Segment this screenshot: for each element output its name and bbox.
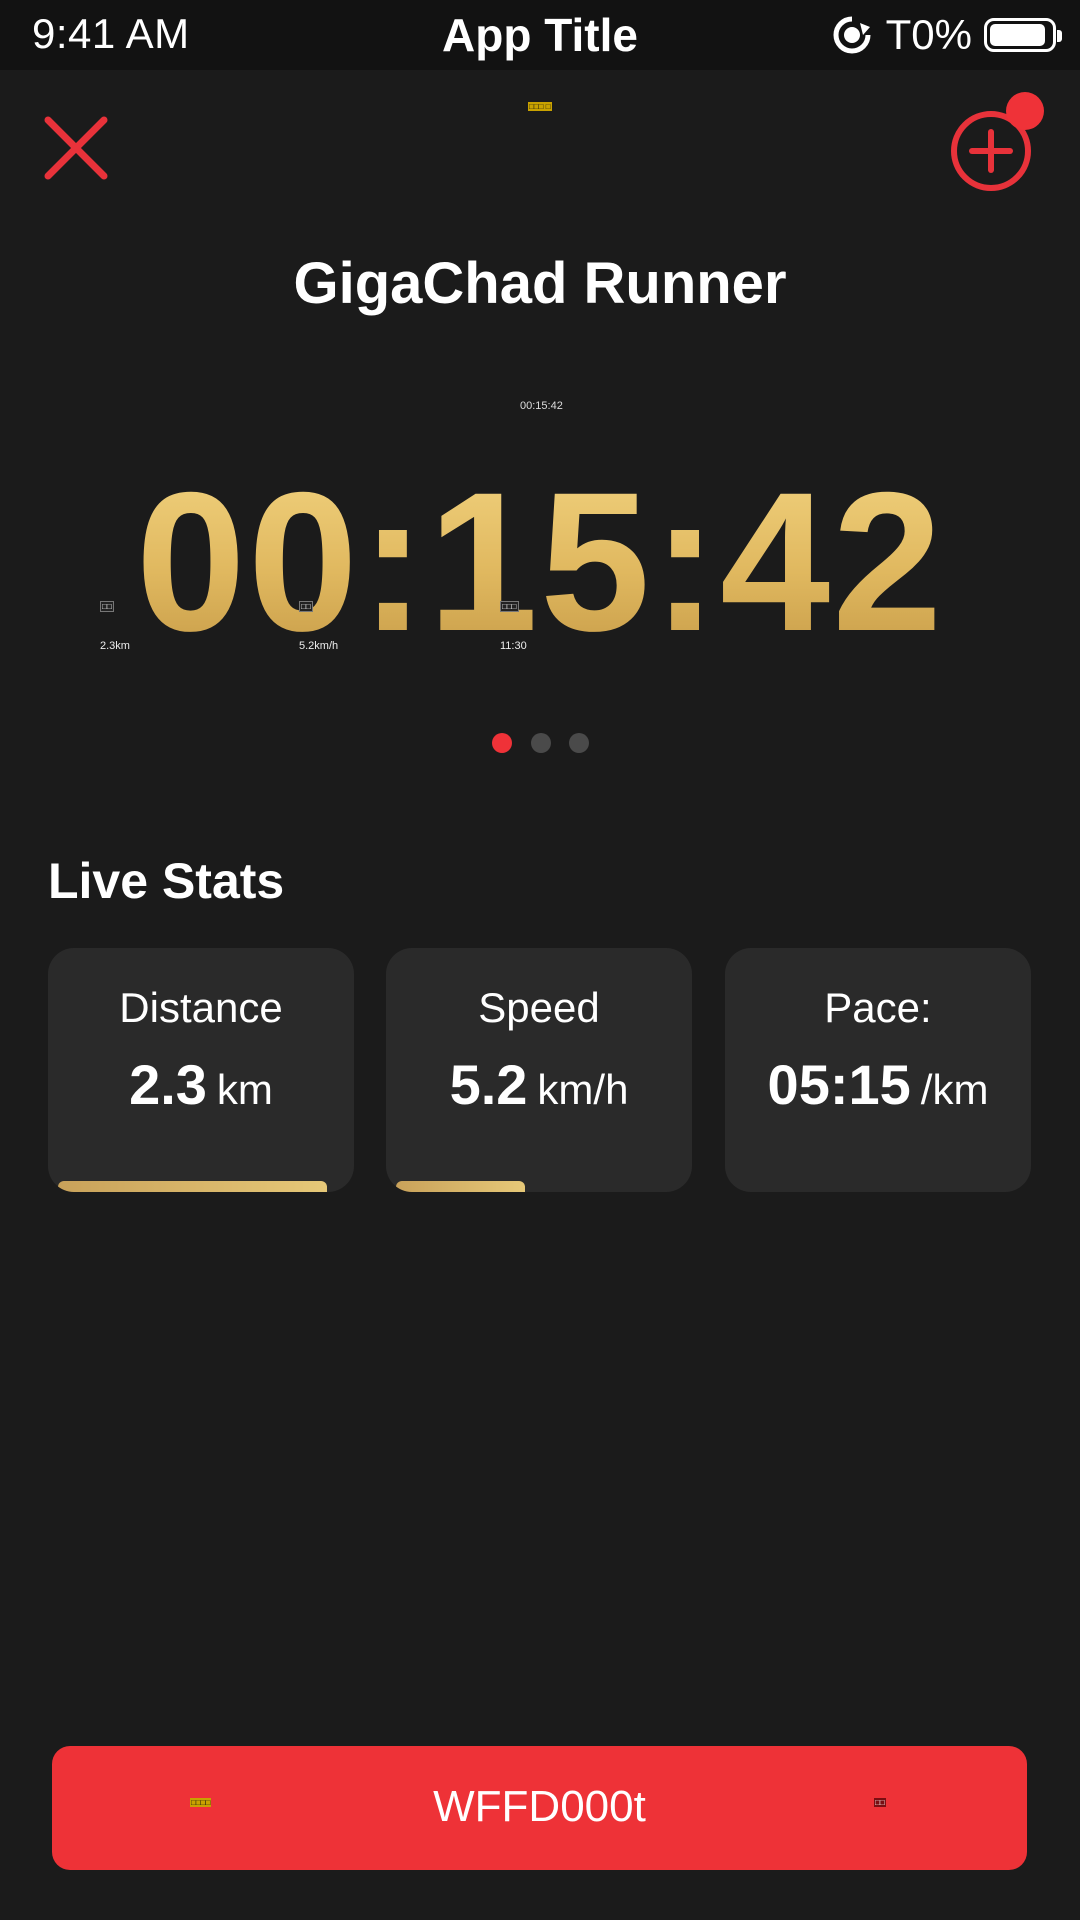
page-dot[interactable] (492, 733, 512, 753)
close-icon (44, 116, 108, 180)
battery-fill (990, 24, 1046, 46)
stat-label: Distance (119, 984, 283, 1031)
battery-percent: T0% (885, 11, 972, 58)
status-indicators: T0% (830, 11, 1062, 58)
sync-icon (833, 16, 871, 54)
stat-number: 5.2 (449, 1053, 528, 1116)
live-stats-title: Live Stats (48, 853, 285, 909)
mini-stat-icon: □□ (100, 601, 114, 612)
timer-display: 00:15:42 (0, 462, 1080, 662)
primary-button-label: WFFD000t (433, 1782, 646, 1831)
stat-label: Speed (478, 984, 600, 1031)
status-bar: 9:41 AM App Title T0% (0, 0, 1080, 70)
stat-progress-bar (58, 1181, 327, 1192)
stat-value: 5.2 km/h (386, 1052, 692, 1117)
primary-action-button[interactable]: □□□□ WFFD000t □□ (52, 1746, 1027, 1870)
battery-icon (984, 18, 1062, 52)
close-button[interactable] (40, 112, 112, 184)
stat-number: 05:15 (767, 1053, 911, 1116)
stat-label: Pace: (824, 984, 932, 1031)
stat-card-pace: Pace: 05:15/km (725, 948, 1031, 1192)
stat-unit: /km (920, 1066, 989, 1113)
page-dot[interactable] (531, 733, 551, 753)
stat-value: 05:15/km (725, 1052, 1031, 1117)
tiny-glyph: □□□ □ (528, 102, 552, 111)
mini-stat-value: 5.2km/h (299, 640, 339, 652)
notification-badge (1006, 92, 1044, 130)
mini-stat-value: 2.3km (100, 640, 130, 652)
stat-unit: km (216, 1066, 273, 1113)
stat-number: 2.3 (129, 1053, 207, 1116)
button-right-icon: □□ (874, 1798, 886, 1807)
mini-stat-icon: □□ (299, 601, 313, 612)
app-name: GigaChad Runner (293, 251, 787, 316)
timer-small-label: 00:15:42 (520, 400, 563, 412)
mini-stat-value: 11:30 (500, 640, 527, 652)
stat-card-speed: Speed 5.2 km/h (386, 948, 692, 1192)
stat-card-distance: Distance 2.3 km (48, 948, 354, 1192)
mini-stat-icon: □□□ (500, 601, 519, 612)
stat-progress-bar (396, 1181, 525, 1192)
stat-value: 2.3 km (48, 1052, 354, 1117)
stat-unit: km/h (537, 1066, 629, 1113)
page-dot[interactable] (569, 733, 589, 753)
